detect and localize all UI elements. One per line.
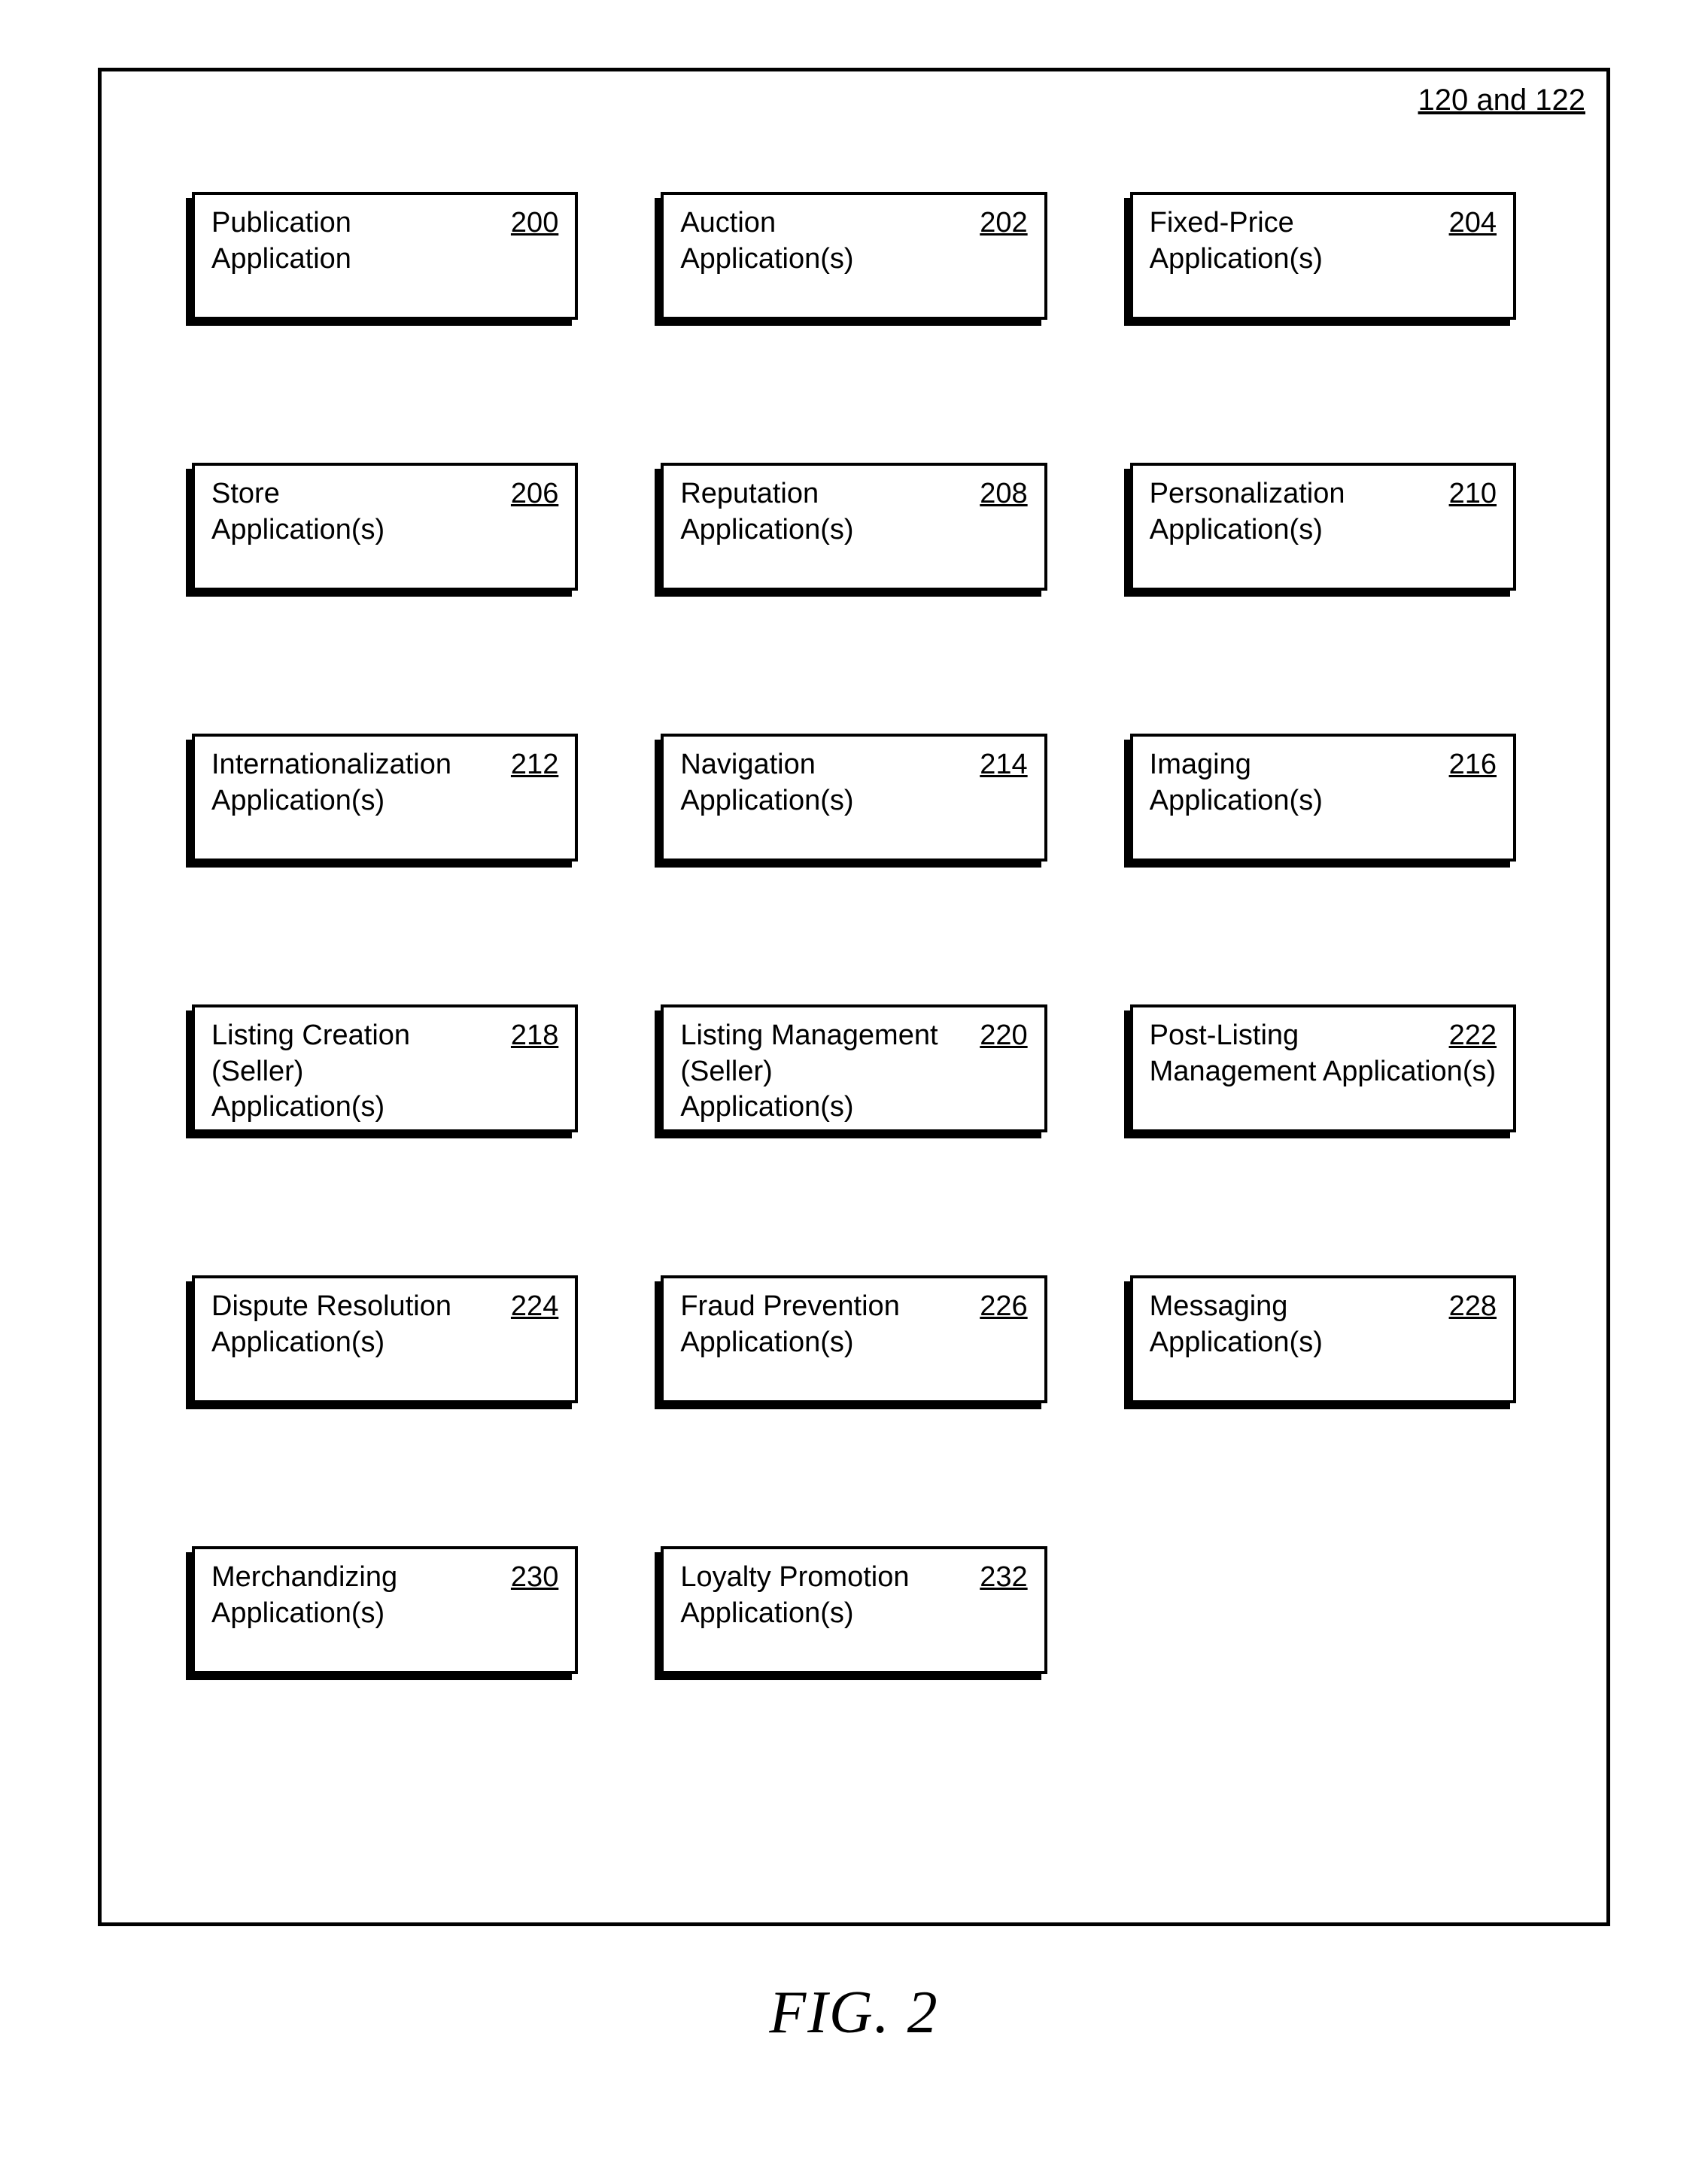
box-label: Merchandizing Application(s) xyxy=(211,1560,476,1631)
box-label: Store Application(s) xyxy=(211,476,476,548)
box-label-line1: Fixed-Price xyxy=(1150,207,1294,239)
box-label-line1: Imaging xyxy=(1150,749,1251,780)
box-label: Fixed-Price Application(s) xyxy=(1150,205,1414,277)
box-number: 220 xyxy=(980,1018,1027,1054)
box-label-line2: Application(s) xyxy=(680,243,853,275)
box-number: 226 xyxy=(980,1289,1027,1325)
figure-page: 120 and 122 200 Publication Application 202… xyxy=(0,0,1708,2182)
box-label: Listing Management (Seller) Application(s… xyxy=(680,1018,944,1126)
box-label: Navigation Application(s) xyxy=(680,747,944,819)
box-label-line2: (Seller) Application(s) xyxy=(211,1056,384,1123)
box-label-line1: Merchandizing xyxy=(211,1561,397,1593)
box-label-line2: Application(s) xyxy=(1150,785,1323,816)
box-label: Publication Application xyxy=(211,205,476,277)
box-number: 222 xyxy=(1449,1018,1497,1054)
application-box: 224 Dispute Resolution Application(s) xyxy=(192,1275,578,1403)
application-box: 220 Listing Management (Seller) Applicatio… xyxy=(661,1004,1047,1132)
box-label-line2: Application(s) xyxy=(211,785,384,816)
application-box: 206 Store Application(s) xyxy=(192,463,578,591)
box-label-line2: Application(s) xyxy=(211,514,384,546)
application-box: 228 Messaging Application(s) xyxy=(1130,1275,1516,1403)
box-label-line2: (Seller) Application(s) xyxy=(680,1056,853,1123)
box-label-line1: Internationalization xyxy=(211,749,451,780)
box-label: Imaging Application(s) xyxy=(1150,747,1414,819)
application-box: 208 Reputation Application(s) xyxy=(661,463,1047,591)
box-label: Post-Listing Management Application(s) xyxy=(1150,1018,1497,1089)
application-box: 210 Personalization Application(s) xyxy=(1130,463,1516,591)
box-number: 202 xyxy=(980,205,1027,242)
box-label-line1: Dispute Resolution xyxy=(211,1290,451,1322)
box-label-line2: Application(s) xyxy=(1150,514,1323,546)
box-label-line2: Application xyxy=(211,243,351,275)
box-label: Dispute Resolution Application(s) xyxy=(211,1289,476,1360)
box-number: 214 xyxy=(980,747,1027,783)
outer-container: 120 and 122 200 Publication Application 202… xyxy=(98,68,1610,1926)
box-label-line1: Fraud Prevention xyxy=(680,1290,900,1322)
box-label-line1: Listing Management xyxy=(680,1020,938,1051)
box-label-line2: Management Application(s) xyxy=(1150,1056,1496,1087)
box-label: Internationalization Application(s) xyxy=(211,747,476,819)
box-label: Messaging Application(s) xyxy=(1150,1289,1414,1360)
box-label-line1: Store xyxy=(211,478,280,509)
box-label: Personalization Application(s) xyxy=(1150,476,1414,548)
box-label: Auction Application(s) xyxy=(680,205,944,277)
box-number: 218 xyxy=(511,1018,558,1054)
box-number: 228 xyxy=(1449,1289,1497,1325)
box-label-line1: Auction xyxy=(680,207,776,239)
box-label-line2: Application(s) xyxy=(211,1327,384,1358)
box-label-line1: Post-Listing xyxy=(1150,1020,1299,1051)
application-box: 202 Auction Application(s) xyxy=(661,192,1047,320)
box-number: 208 xyxy=(980,476,1027,512)
box-number: 200 xyxy=(511,205,558,242)
box-label: Loyalty Promotion Application(s) xyxy=(680,1560,944,1631)
box-number: 232 xyxy=(980,1560,1027,1596)
outer-container-label: 120 and 122 xyxy=(1418,84,1585,117)
box-label-line1: Personalization xyxy=(1150,478,1345,509)
application-box: 218 Listing Creation (Seller) Application(… xyxy=(192,1004,578,1132)
box-number: 224 xyxy=(511,1289,558,1325)
box-label: Reputation Application(s) xyxy=(680,476,944,548)
box-number: 206 xyxy=(511,476,558,512)
box-label-line2: Application(s) xyxy=(1150,243,1323,275)
empty-cell xyxy=(1130,1546,1516,1674)
application-box: 214 Navigation Application(s) xyxy=(661,734,1047,862)
box-label-line1: Navigation xyxy=(680,749,816,780)
application-box: 200 Publication Application xyxy=(192,192,578,320)
application-box: 230 Merchandizing Application(s) xyxy=(192,1546,578,1674)
box-label: Fraud Prevention Application(s) xyxy=(680,1289,944,1360)
box-label-line2: Application(s) xyxy=(211,1597,384,1629)
figure-caption: FIG. 2 xyxy=(98,1979,1610,2047)
box-label-line1: Listing Creation xyxy=(211,1020,410,1051)
box-label-line2: Application(s) xyxy=(680,1327,853,1358)
box-label-line2: Application(s) xyxy=(680,1597,853,1629)
box-number: 210 xyxy=(1449,476,1497,512)
box-number: 204 xyxy=(1449,205,1497,242)
application-box: 232 Loyalty Promotion Application(s) xyxy=(661,1546,1047,1674)
application-box: 204 Fixed-Price Application(s) xyxy=(1130,192,1516,320)
box-grid: 200 Publication Application 202 Auction Appli… xyxy=(192,192,1516,1674)
application-box: 226 Fraud Prevention Application(s) xyxy=(661,1275,1047,1403)
box-number: 212 xyxy=(511,747,558,783)
box-label-line1: Publication xyxy=(211,207,351,239)
box-label-line1: Loyalty Promotion xyxy=(680,1561,909,1593)
box-number: 216 xyxy=(1449,747,1497,783)
box-label-line1: Messaging xyxy=(1150,1290,1288,1322)
application-box: 216 Imaging Application(s) xyxy=(1130,734,1516,862)
box-label-line2: Application(s) xyxy=(680,514,853,546)
box-label-line2: Application(s) xyxy=(680,785,853,816)
box-label-line1: Reputation xyxy=(680,478,819,509)
box-number: 230 xyxy=(511,1560,558,1596)
application-box: 222 Post-Listing Management Application(s) xyxy=(1130,1004,1516,1132)
box-label: Listing Creation (Seller) Application(s) xyxy=(211,1018,476,1126)
box-label-line2: Application(s) xyxy=(1150,1327,1323,1358)
application-box: 212 Internationalization Application(s) xyxy=(192,734,578,862)
